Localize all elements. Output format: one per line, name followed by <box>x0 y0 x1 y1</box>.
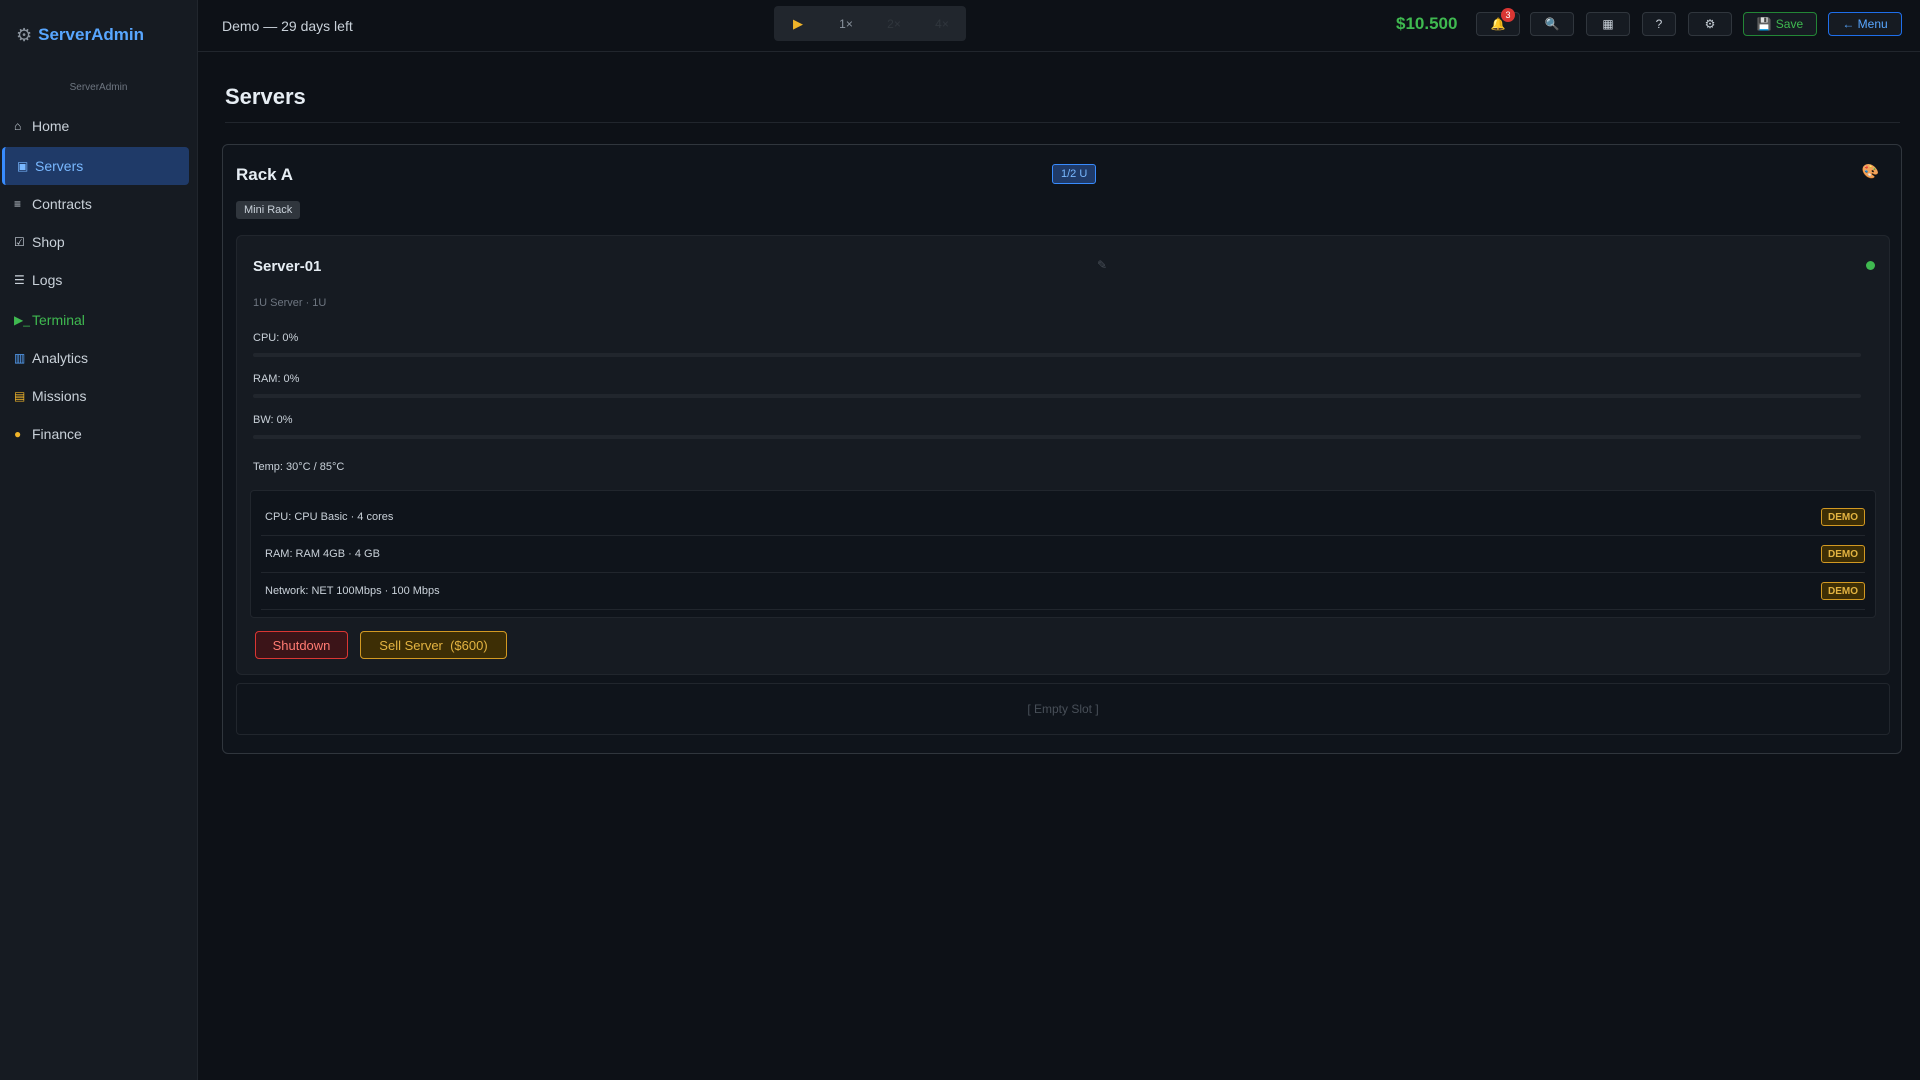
sidebar-item-label: Home <box>32 118 70 134</box>
sidebar-item-missions[interactable]: ▤ Missions <box>2 377 189 415</box>
speed-2x-button[interactable]: 2× <box>870 17 918 31</box>
notifications-button[interactable]: 🔔 3 <box>1476 8 1520 36</box>
cpu-usage-bar <box>253 353 1861 357</box>
brand-subtitle: ServerAdmin <box>69 82 128 93</box>
sidebar-item-label: Terminal <box>32 312 85 328</box>
server-card: Server-01 ✎ 1U Server · 1U CPU: 0% RAM: … <box>236 235 1890 675</box>
rack-panel: Rack A 1/2 U 🎨 Mini Rack Server-01 ✎ 1U … <box>222 144 1902 754</box>
palette-icon[interactable]: 🎨 <box>1862 163 1879 180</box>
divider <box>225 122 1900 123</box>
server-subtitle: 1U Server · 1U <box>253 297 327 309</box>
help-icon: ? <box>1655 17 1663 31</box>
demo-badge: DEMO <box>1821 508 1865 526</box>
bw-usage-label: BW: 0% <box>253 414 293 426</box>
save-button[interactable]: 💾 Save <box>1743 12 1817 36</box>
demo-status: Demo — 29 days left <box>222 17 353 34</box>
sidebar-item-label: Logs <box>32 272 63 288</box>
sidebar-item-label: Missions <box>32 388 87 404</box>
rack-type-badge: Mini Rack <box>236 201 301 219</box>
server-name: Server-01 <box>253 258 322 275</box>
list-item: Network: NET 100Mbps · 100 Mbps DEMO <box>261 573 1865 610</box>
sidebar: ⚙ ServerAdmin ServerAdmin ⌂ Home ▣ Serve… <box>0 0 198 1080</box>
sidebar-item-analytics[interactable]: ▥ Analytics <box>2 339 189 377</box>
sidebar-item-servers[interactable]: ▣ Servers <box>2 147 189 185</box>
ram-usage-label: RAM: 0% <box>253 373 300 385</box>
gear-icon: ⚙ <box>1704 17 1716 31</box>
brand[interactable]: ⚙ ServerAdmin <box>0 0 197 70</box>
sidebar-item-label: Analytics <box>32 350 89 366</box>
menu-button[interactable]: ← Menu <box>1828 12 1902 36</box>
list-item: RAM: RAM 4GB · 4 GB DEMO <box>261 536 1865 573</box>
money-balance: $10.500 <box>1396 14 1458 33</box>
component-cpu: CPU: CPU Basic · 4 cores <box>265 511 394 523</box>
shutdown-button[interactable]: Shutdown <box>255 631 348 659</box>
status-indicator <box>1866 261 1875 270</box>
sidebar-item-label: Shop <box>32 234 65 250</box>
main-content: Servers Rack A 1/2 U 🎨 Mini Rack Server-… <box>198 52 1920 1080</box>
shop-icon: ☑ <box>14 235 25 249</box>
sidebar-item-finance[interactable]: ● Finance <box>2 415 189 453</box>
help-button[interactable]: ? <box>1642 12 1676 36</box>
demo-badge: DEMO <box>1821 582 1865 600</box>
settings-button[interactable]: ⚙ <box>1688 12 1732 36</box>
component-ram: RAM: RAM 4GB · 4 GB <box>265 548 380 560</box>
logs-icon: ☰ <box>14 273 25 287</box>
component-network: Network: NET 100Mbps · 100 Mbps <box>265 585 440 597</box>
terminal-icon: ▶_ <box>14 313 30 327</box>
floppy-icon: 💾 <box>1756 17 1772 31</box>
sidebar-item-terminal[interactable]: ▶_ Terminal <box>2 301 189 339</box>
money-bag-icon: ● <box>14 427 22 441</box>
gear-icon: ⚙ <box>16 24 33 45</box>
sidebar-item-label: Servers <box>35 158 84 174</box>
layout-button[interactable]: ▦ <box>1586 12 1630 36</box>
sidebar-item-label: Contracts <box>32 196 92 212</box>
analytics-icon: ▥ <box>14 351 26 365</box>
search-icon: 🔍 <box>1544 17 1560 31</box>
layout-icon: ▦ <box>1602 17 1614 31</box>
save-label: Save <box>1775 17 1804 31</box>
search-button[interactable]: 🔍 <box>1530 12 1574 36</box>
component-list: CPU: CPU Basic · 4 cores DEMO RAM: RAM 4… <box>250 490 1876 618</box>
sidebar-item-shop[interactable]: ☑ Shop <box>2 223 189 261</box>
bw-usage-bar <box>253 435 1861 439</box>
temperature-readout: Temp: 30°C / 85°C <box>253 461 345 473</box>
rack-name: Rack A <box>236 165 294 184</box>
ram-usage-bar <box>253 394 1861 398</box>
play-icon[interactable]: ▶ <box>774 16 822 32</box>
sidebar-item-label: Finance <box>32 426 82 442</box>
notification-count: 3 <box>1501 8 1515 22</box>
sidebar-item-contracts[interactable]: ≡ Contracts <box>2 185 189 223</box>
list-icon: ≡ <box>14 197 22 211</box>
speed-1x-button[interactable]: 1× <box>822 17 870 31</box>
sidebar-item-home[interactable]: ⌂ Home <box>2 107 189 145</box>
server-icon: ▣ <box>17 159 29 173</box>
speed-control: ▶ 1× 2× 4× <box>774 6 966 41</box>
demo-badge: DEMO <box>1821 545 1865 563</box>
top-bar: Demo — 29 days left ▶ 1× 2× 4× $10.500 🔔… <box>198 0 1920 52</box>
rack-units-badge: 1/2 U <box>1052 164 1097 184</box>
cpu-usage-label: CPU: 0% <box>253 332 299 344</box>
sidebar-item-logs[interactable]: ☰ Logs <box>2 261 189 299</box>
page-title: Servers <box>225 84 306 109</box>
list-item: CPU: CPU Basic · 4 cores DEMO <box>261 499 1865 536</box>
sell-server-button[interactable]: Sell Server ($600) <box>360 631 507 659</box>
missions-icon: ▤ <box>14 389 26 403</box>
brand-name: ServerAdmin <box>38 25 144 44</box>
home-icon: ⌂ <box>14 119 22 133</box>
empty-slot[interactable]: [ Empty Slot ] <box>236 683 1890 735</box>
pencil-icon[interactable]: ✎ <box>1097 258 1107 272</box>
sidebar-nav: ⌂ Home ▣ Servers ≡ Contracts ☑ Shop ☰ Lo… <box>0 107 197 453</box>
speed-4x-button[interactable]: 4× <box>918 17 966 31</box>
